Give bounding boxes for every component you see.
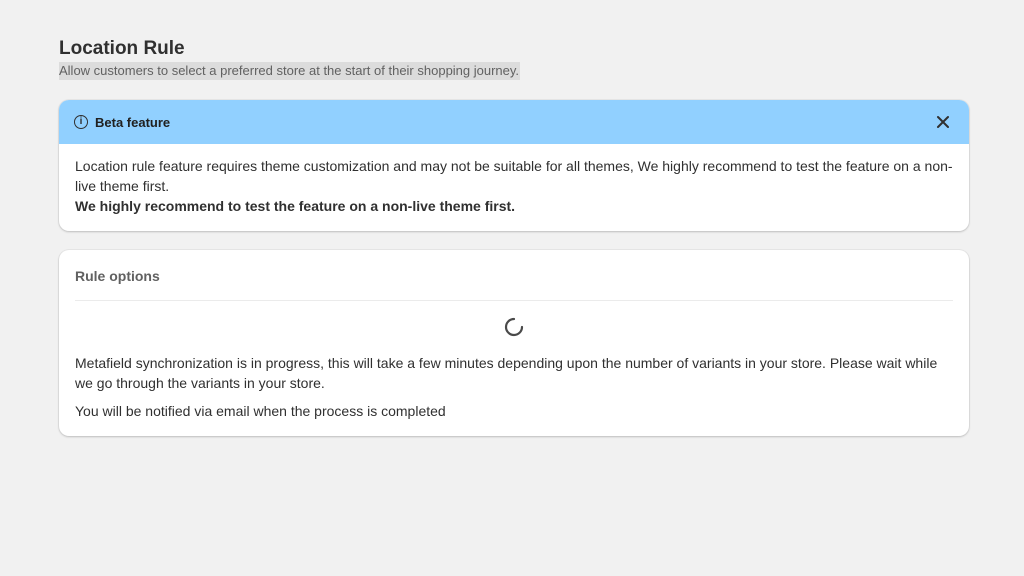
page-subtitle: Allow customers to select a preferred st…: [59, 62, 521, 80]
rule-options-card: Rule options Metafield synchronization i…: [59, 250, 969, 436]
banner-close-button[interactable]: [933, 112, 953, 132]
banner-body-text: Location rule feature requires theme cus…: [75, 158, 953, 194]
loading-spinner-icon: [504, 317, 524, 337]
beta-feature-banner: i Beta feature Location rule feature req…: [59, 100, 969, 231]
close-icon: [937, 116, 949, 128]
email-notice: You will be notified via email when the …: [75, 403, 446, 419]
page-header: Location Rule Allow customers to select …: [59, 37, 521, 80]
banner-header: i Beta feature: [59, 100, 969, 144]
banner-body-bold: We highly recommend to test the feature …: [75, 198, 516, 214]
rule-options-title: Rule options: [75, 268, 160, 284]
banner-body: Location rule feature requires theme cus…: [59, 144, 969, 216]
spinner-container: [75, 301, 953, 353]
info-icon: i: [74, 115, 88, 129]
sync-progress-message: Metafield synchronization is in progress…: [75, 355, 938, 391]
banner-title: Beta feature: [95, 114, 171, 130]
page: Location Rule Allow customers to select …: [0, 0, 1024, 576]
page-title: Location Rule: [59, 38, 185, 59]
